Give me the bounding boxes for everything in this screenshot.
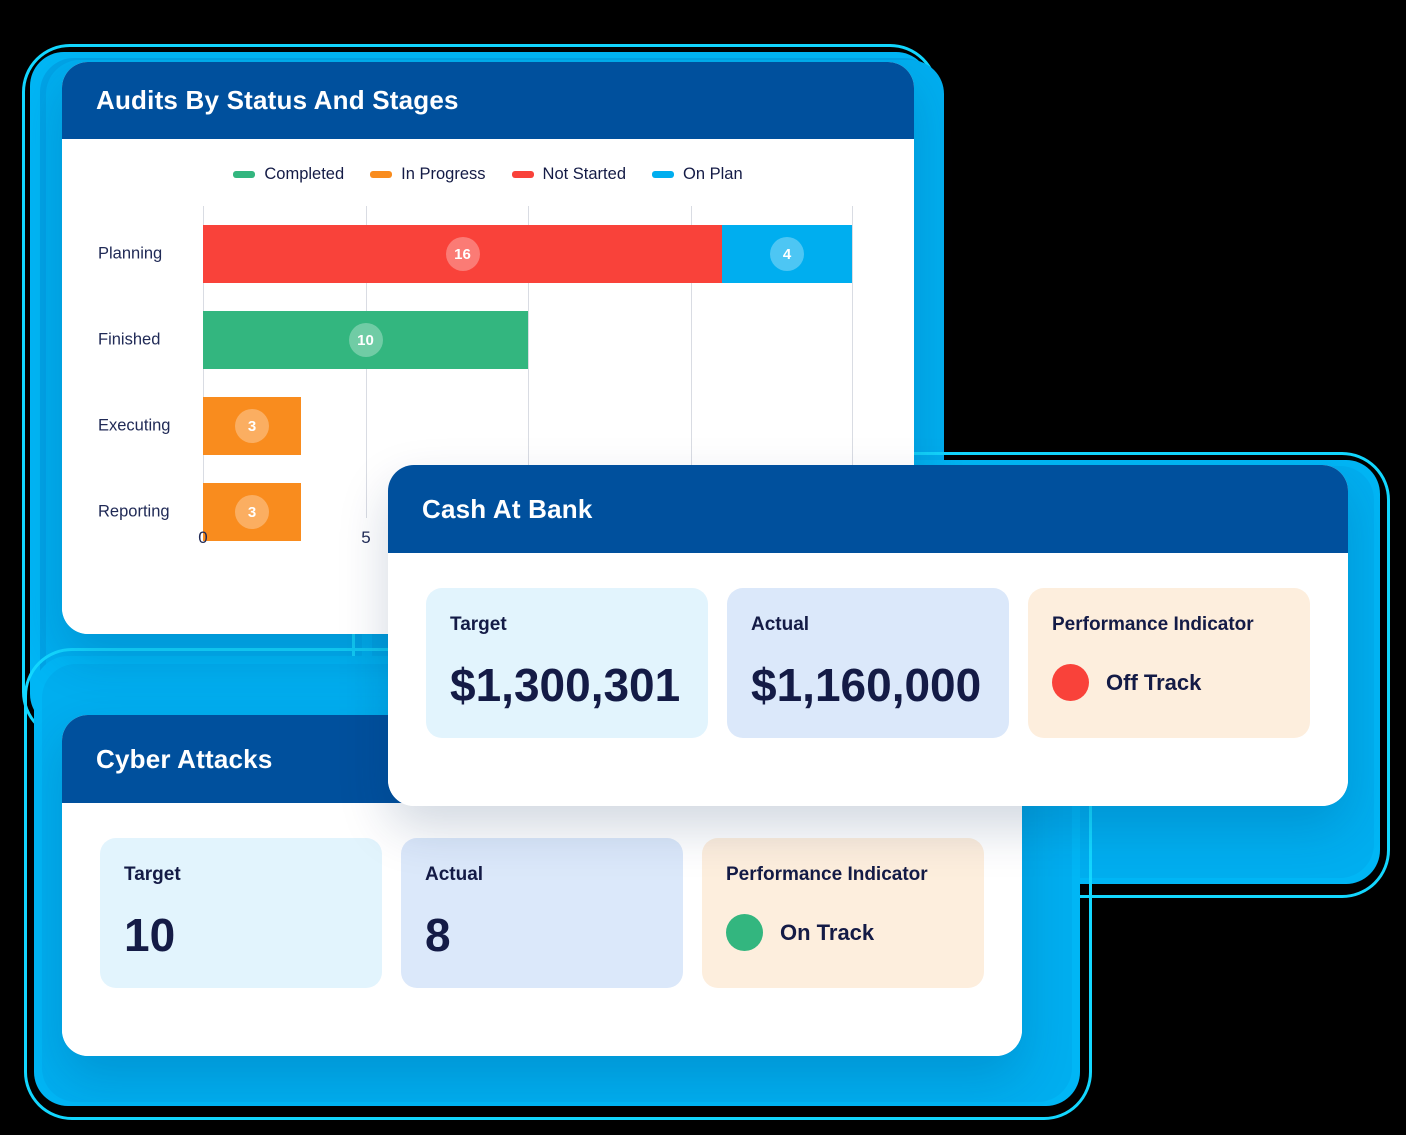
- cyber-target-kpi: Target 10: [100, 838, 382, 988]
- cash-target-value: $1,300,301: [450, 659, 681, 711]
- cash-performance-label: Performance Indicator: [1052, 614, 1254, 635]
- cyber-performance-label: Performance Indicator: [726, 864, 928, 885]
- cash-performance-status-row: Off Track: [1052, 664, 1286, 701]
- on-track-status-dot-icon: [726, 914, 763, 951]
- bar-value-finished-completed: 10: [348, 323, 383, 357]
- legend-item-not-started[interactable]: Not Started: [511, 165, 626, 184]
- legend-label-completed: Completed: [264, 165, 345, 183]
- cash-actual-kpi: Actual $1,160,000: [727, 588, 1009, 738]
- audits-card-header: Audits By Status And Stages: [62, 62, 914, 139]
- cash-target-label: Target: [450, 614, 507, 635]
- bar-value-executing-in-progress: 3: [235, 409, 269, 443]
- bar-value-planning-not-started: 16: [445, 237, 480, 271]
- category-label-executing: Executing: [98, 416, 171, 435]
- cyber-performance-status-row: On Track: [726, 914, 960, 951]
- category-label-reporting: Reporting: [98, 502, 170, 521]
- legend-swatch-completed: [233, 171, 256, 178]
- cyber-actual-label: Actual: [425, 864, 484, 885]
- bar-executing[interactable]: 3: [203, 397, 301, 455]
- cyber-performance-indicator-kpi: Performance Indicator On Track: [702, 838, 984, 988]
- cyber-attacks-card-body: Target 10 Actual 8 Performance Indicator…: [62, 803, 1022, 1056]
- legend-item-in-progress[interactable]: In Progress: [370, 165, 486, 184]
- category-label-finished: Finished: [98, 330, 161, 349]
- cyber-actual-value: 8: [425, 909, 451, 961]
- cash-performance-status: Off Track: [1106, 669, 1202, 695]
- xtick-label-0: 0: [198, 528, 208, 547]
- cash-target-kpi: Target $1,300,301: [426, 588, 708, 738]
- bar-segment-planning-not-started[interactable]: 16: [203, 225, 722, 283]
- legend-label-not-started: Not Started: [542, 165, 626, 183]
- legend-swatch-not-started: [511, 171, 534, 178]
- off-track-status-dot-icon: [1052, 664, 1089, 701]
- chart-legend: Completed In Progress Not Started On Pla…: [62, 139, 914, 184]
- xtick-label-5: 5: [361, 528, 371, 547]
- legend-label-on-plan: On Plan: [683, 165, 743, 183]
- audits-card-title: Audits By Status And Stages: [96, 85, 459, 115]
- legend-swatch-in-progress: [370, 171, 393, 178]
- cyber-kpi-row: Target 10 Actual 8 Performance Indicator…: [62, 803, 1022, 1023]
- cyber-target-label: Target: [124, 864, 181, 885]
- cash-at-bank-card-body: Target $1,300,301 Actual $1,160,000 Perf…: [388, 553, 1348, 806]
- cash-kpi-row: Target $1,300,301 Actual $1,160,000 Perf…: [388, 553, 1348, 773]
- category-label-planning: Planning: [98, 244, 163, 263]
- cash-at-bank-card: Cash At Bank Target $1,300,301 Actual $1…: [388, 465, 1348, 806]
- cash-actual-value: $1,160,000: [751, 659, 982, 711]
- cash-actual-label: Actual: [751, 614, 810, 635]
- bar-value-planning-on-plan: 4: [770, 237, 804, 271]
- cash-at-bank-card-header: Cash At Bank: [388, 465, 1348, 553]
- legend-swatch-on-plan: [652, 171, 674, 178]
- legend-item-on-plan[interactable]: On Plan: [652, 165, 743, 184]
- cyber-attacks-card-title: Cyber Attacks: [96, 743, 273, 774]
- bar-reporting[interactable]: 3: [203, 483, 301, 541]
- bar-segment-planning-on-plan[interactable]: 4: [722, 225, 852, 283]
- bar-planning[interactable]: 16 4: [203, 225, 852, 283]
- cash-at-bank-card-title: Cash At Bank: [422, 493, 593, 524]
- bar-finished[interactable]: 10: [203, 311, 528, 369]
- legend-item-completed[interactable]: Completed: [233, 165, 344, 184]
- bar-segment-executing-in-progress[interactable]: 3: [203, 397, 301, 455]
- cyber-target-value: 10: [124, 909, 176, 961]
- cash-performance-indicator-kpi: Performance Indicator Off Track: [1028, 588, 1310, 738]
- bar-segment-finished-completed[interactable]: 10: [203, 311, 528, 369]
- bar-value-reporting-in-progress: 3: [235, 495, 269, 529]
- cyber-performance-status: On Track: [780, 919, 875, 945]
- legend-label-in-progress: In Progress: [401, 165, 486, 183]
- cyber-actual-kpi: Actual 8: [401, 838, 683, 988]
- bar-segment-reporting-in-progress[interactable]: 3: [203, 483, 301, 541]
- dashboard-stage: Audits By Status And Stages Completed In…: [0, 0, 1406, 1135]
